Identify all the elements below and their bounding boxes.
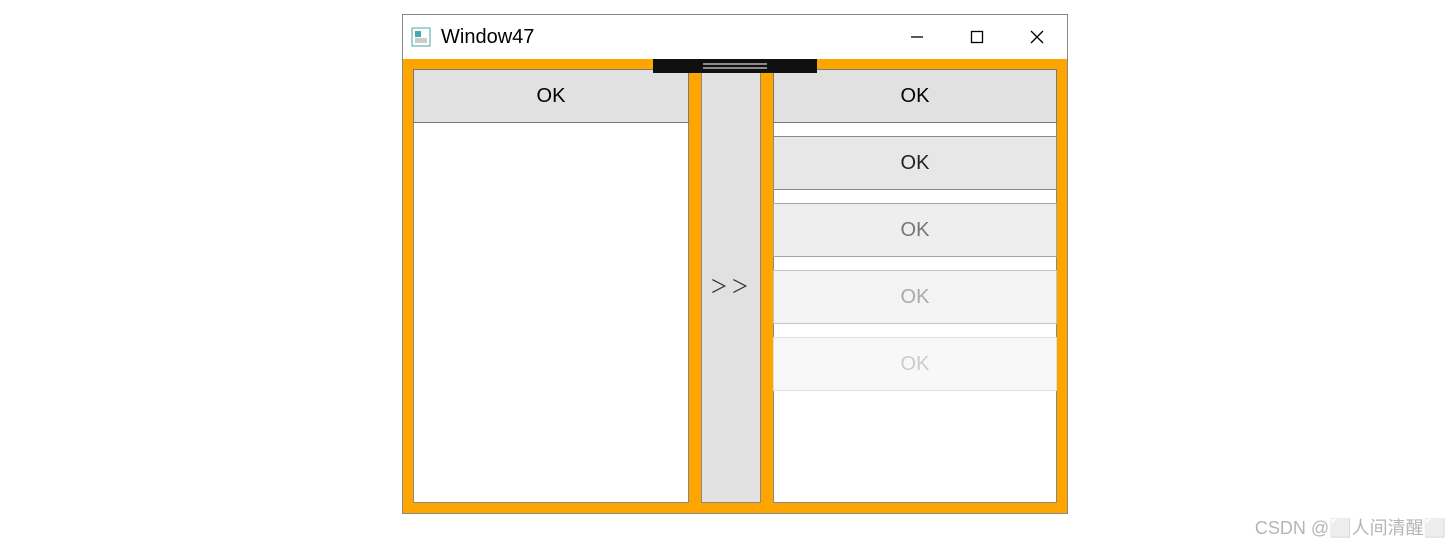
client-area: OK ＞＞ OK OK OK OK OK — [403, 59, 1067, 513]
app-icon — [411, 27, 431, 47]
titlebar[interactable]: Window47 — [403, 15, 1067, 59]
maximize-button[interactable] — [947, 15, 1007, 59]
ok-button[interactable]: OK — [413, 69, 689, 123]
left-panel: OK — [413, 69, 689, 503]
ok-button[interactable]: OK — [773, 203, 1057, 257]
ok-button[interactable]: OK — [773, 69, 1057, 123]
app-window: Window47 OK ＞＞ OK OK OK OK OK — [402, 14, 1068, 514]
window-title: Window47 — [441, 26, 887, 49]
transfer-button[interactable]: ＞＞ — [701, 69, 761, 503]
minimize-button[interactable] — [887, 15, 947, 59]
ok-button[interactable]: OK — [773, 270, 1057, 324]
ok-button[interactable]: OK — [773, 136, 1057, 190]
splitter-grip[interactable] — [653, 59, 817, 73]
watermark-text: CSDN @⬜人间清醒⬜ — [1255, 514, 1446, 540]
close-button[interactable] — [1007, 15, 1067, 59]
ok-button[interactable]: OK — [773, 337, 1057, 391]
right-panel: OK OK OK OK OK — [773, 69, 1057, 503]
